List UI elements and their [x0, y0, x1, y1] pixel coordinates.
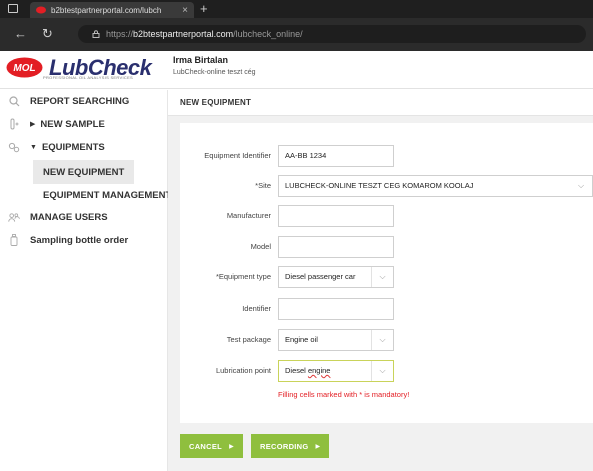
expand-caret-icon: ▶: [30, 121, 36, 128]
lubrication-point-select[interactable]: Diesel engine ⌵: [278, 360, 394, 382]
search-icon: [8, 95, 20, 107]
sidebar-item-sampling-bottle-order[interactable]: Sampling bottle order: [0, 229, 168, 251]
window-menu-icon[interactable]: [8, 4, 18, 13]
test-package-selected-value: Engine oil: [285, 335, 318, 344]
page-title: NEW EQUIPMENT: [168, 90, 593, 116]
address-bar[interactable]: https://b2btestpartnerportal.com/lubchec…: [78, 25, 586, 43]
test-package-label: Test package: [226, 335, 271, 344]
mol-favicon-icon: [36, 6, 46, 14]
sidebar-subitem-equipment-management[interactable]: EQUIPMENT MANAGEMENT: [43, 187, 171, 203]
sidebar: REPORT SEARCHING ▶ NEW SAMPLE ▼ EQUIPMEN…: [0, 90, 171, 471]
form-row-model: Model: [180, 236, 593, 258]
sidebar-item-label: REPORT SEARCHING: [30, 95, 130, 107]
main-content: NEW EQUIPMENT Equipment Identifier AA-BB…: [168, 90, 593, 471]
site-select[interactable]: LUBCHECK-ONLINE TESZT CEG KOMAROM KOOLAJ…: [278, 175, 593, 197]
tab-title: b2btestpartnerportal.com/lubch: [51, 5, 162, 15]
form-row-equipment-type: *Equipment type Diesel passenger car ⌵: [180, 266, 593, 288]
sidebar-item-label: EQUIPMENTS: [41, 141, 105, 153]
sidebar-item-new-sample[interactable]: ▶ NEW SAMPLE: [0, 113, 168, 135]
chevron-down-icon: ⌵: [577, 181, 585, 190]
browser-toolbar: ← ↻ https://b2btestpartnerportal.com/lub…: [0, 18, 593, 51]
model-label: Model: [250, 242, 271, 251]
lubrication-point-value-text: Diesel: [285, 366, 308, 375]
users-icon: [8, 211, 20, 223]
sidebar-item-label: MANAGE USERS: [30, 211, 108, 223]
logo-mark-text: MOL: [13, 63, 35, 74]
form-row-manufacturer: Manufacturer: [180, 205, 593, 227]
equipment-type-label: *Equipment type: [215, 272, 271, 281]
recording-button[interactable]: RECORDING ▶: [250, 434, 330, 458]
form-row-lubrication-point: Lubrication point Diesel engine ⌵: [180, 360, 593, 382]
chevron-down-icon: ⌵: [371, 361, 393, 381]
brand-tagline: PROFESSIONAL OIL ANALYSIS SERVICES: [43, 75, 134, 80]
sidebar-item-label: NEW SAMPLE: [40, 118, 105, 130]
manufacturer-input[interactable]: [278, 205, 394, 227]
form-actions: CANCEL ▶ RECORDING ▶: [180, 434, 337, 458]
identifier-input[interactable]: [278, 298, 394, 320]
chevron-down-icon: ⌵: [371, 267, 393, 287]
recording-button-label: RECORDING: [259, 441, 309, 451]
form-row-site: *Site LUBCHECK-ONLINE TESZT CEG KOMAROM …: [180, 175, 593, 197]
model-input[interactable]: [278, 236, 394, 258]
browser-tab-bar: b2btestpartnerportal.com/lubch × +: [0, 0, 593, 18]
app-header: MOL LubCheck PROFESSIONAL OIL ANALYSIS S…: [0, 51, 593, 89]
url-path: /lubcheck_online/: [233, 29, 303, 39]
equipment-identifier-input[interactable]: AA-BB 1234: [278, 145, 394, 167]
new-equipment-form: Equipment Identifier AA-BB 1234 *Site LU…: [180, 123, 593, 423]
manufacturer-label: Manufacturer: [226, 211, 271, 220]
close-tab-icon[interactable]: ×: [182, 5, 188, 16]
equipment-type-select[interactable]: Diesel passenger car ⌵: [278, 266, 394, 288]
sidebar-subitem-label: NEW EQUIPMENT: [43, 166, 125, 178]
sample-tube-icon: [8, 118, 20, 130]
url-host: b2btestpartnerportal.com: [133, 29, 234, 39]
lubrication-point-selected-value: Diesel engine: [285, 361, 330, 381]
form-row-equipment-identifier: Equipment Identifier AA-BB 1234: [180, 145, 593, 167]
sidebar-item-report-searching[interactable]: REPORT SEARCHING: [0, 90, 168, 112]
identifier-label: Identifier: [242, 304, 271, 313]
company-name: LubCheck-online teszt cég: [173, 69, 256, 76]
equipment-type-selected-value: Diesel passenger car: [285, 272, 356, 281]
back-arrow-icon[interactable]: ←: [14, 27, 27, 40]
gears-icon: [8, 141, 20, 153]
bottle-icon: [8, 234, 20, 246]
url-scheme: https://: [106, 29, 134, 39]
sidebar-subitem-label: EQUIPMENT MANAGEMENT: [43, 189, 172, 201]
form-row-identifier: Identifier: [180, 298, 593, 320]
equipment-identifier-label: Equipment Identifier: [204, 151, 271, 160]
browser-tab[interactable]: b2btestpartnerportal.com/lubch ×: [30, 2, 194, 18]
user-name: Irma Birtalan: [173, 55, 229, 65]
cancel-button[interactable]: CANCEL ▶: [180, 434, 243, 458]
arrow-right-icon: ▶: [229, 443, 234, 450]
chevron-down-icon: ⌵: [371, 330, 393, 350]
test-package-select[interactable]: Engine oil ⌵: [278, 329, 394, 351]
sidebar-item-manage-users[interactable]: MANAGE USERS: [0, 206, 168, 228]
mol-logo-icon: MOL: [6, 57, 43, 78]
spellcheck-word: engine: [307, 366, 331, 375]
new-tab-button[interactable]: +: [200, 1, 208, 16]
site-info-icon[interactable]: [92, 30, 100, 38]
arrow-right-icon: ▶: [315, 443, 321, 450]
sidebar-subitem-new-equipment[interactable]: NEW EQUIPMENT: [33, 160, 134, 184]
site-selected-value: LUBCHECK-ONLINE TESZT CEG KOMAROM KOOLAJ: [285, 181, 474, 190]
sidebar-item-label: Sampling bottle order: [30, 234, 129, 246]
sidebar-item-equipments[interactable]: ▼ EQUIPMENTS: [0, 136, 168, 158]
form-row-test-package: Test package Engine oil ⌵: [180, 329, 593, 351]
lubrication-point-label: Lubrication point: [215, 366, 271, 375]
reload-icon[interactable]: ↻: [42, 27, 53, 40]
collapse-caret-icon: ▼: [30, 143, 37, 151]
site-label: *Site: [255, 181, 271, 190]
cancel-button-label: CANCEL: [189, 441, 223, 451]
mandatory-fields-error: Filling cells marked with * is mandatory…: [278, 390, 410, 399]
